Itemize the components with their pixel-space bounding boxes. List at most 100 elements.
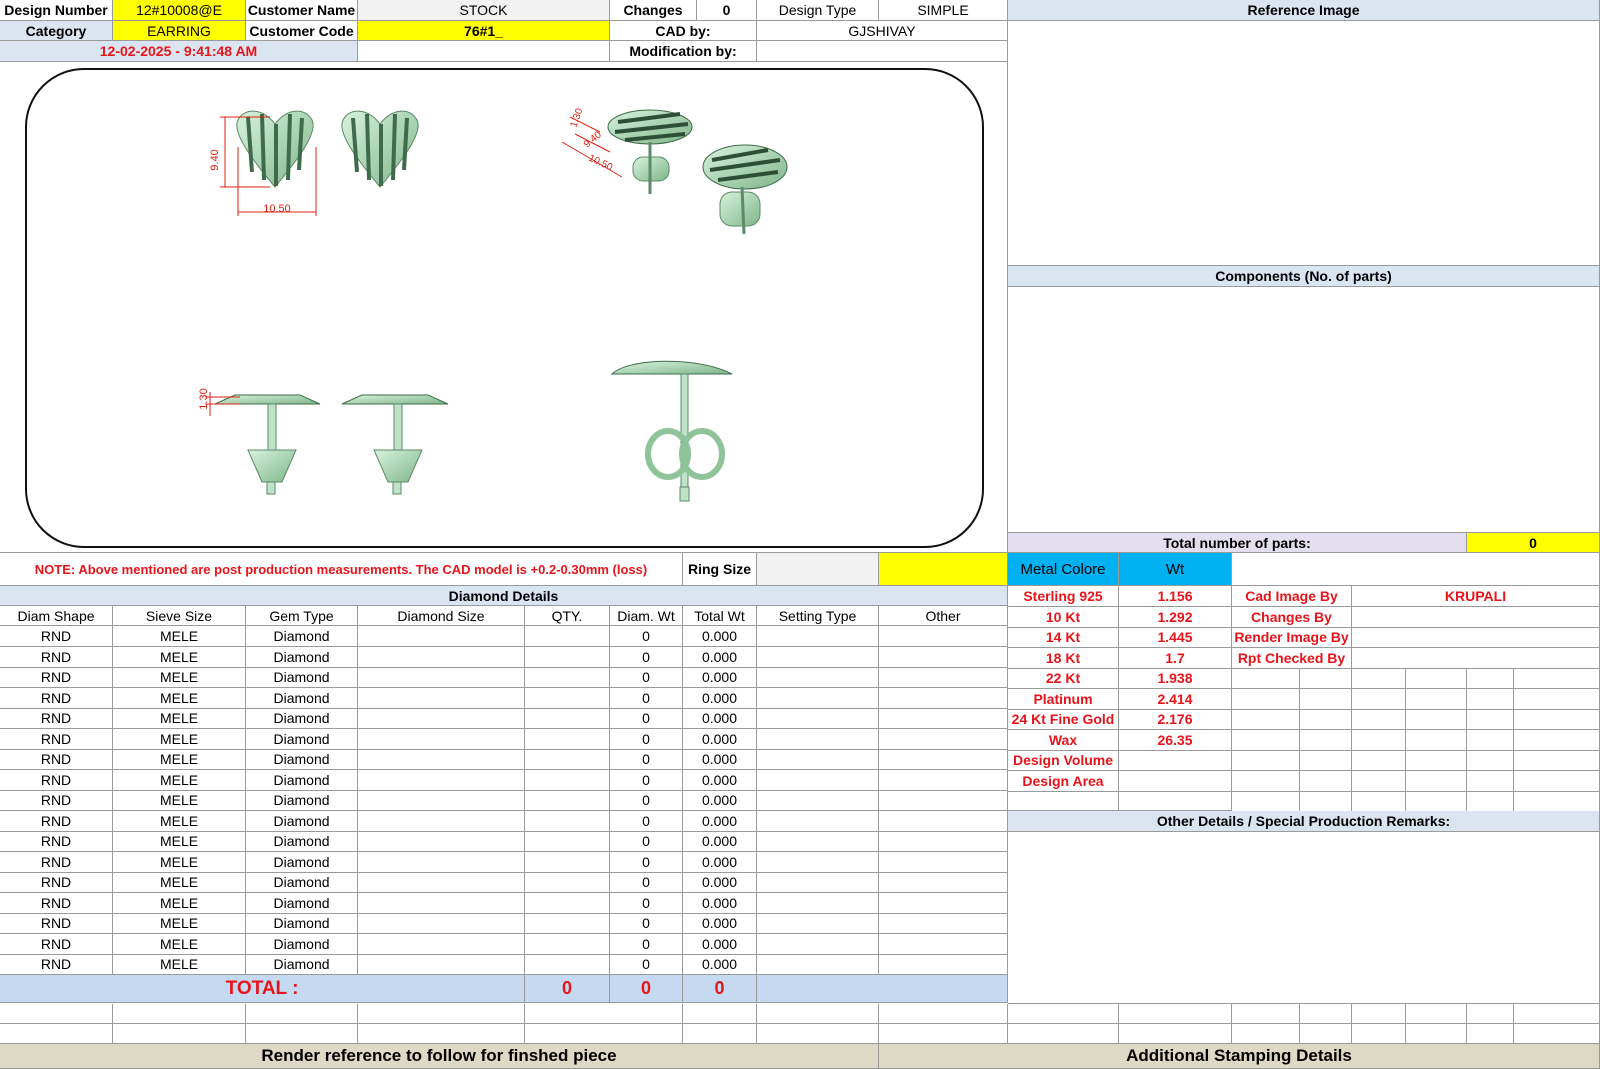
- grid-cell[interactable]: [1232, 791, 1300, 812]
- table-cell-setting-type[interactable]: [757, 954, 879, 975]
- footer-cell[interactable]: [757, 1024, 879, 1044]
- table-cell-qty[interactable]: [525, 954, 610, 975]
- table-cell-diam-wt[interactable]: 0: [610, 811, 683, 832]
- footer-cell[interactable]: [0, 1004, 113, 1024]
- table-cell-diam-wt[interactable]: 0: [610, 831, 683, 852]
- table-cell-qty[interactable]: [525, 647, 610, 668]
- metal-wt[interactable]: 1.156: [1119, 586, 1232, 607]
- design-type-value[interactable]: SIMPLE: [879, 0, 1008, 21]
- table-cell-other[interactable]: [879, 954, 1008, 975]
- grid-cell[interactable]: [1467, 771, 1514, 792]
- table-cell-diamond-size[interactable]: [358, 954, 525, 975]
- changes-value[interactable]: 0: [697, 0, 757, 21]
- footer-cell[interactable]: [1352, 1004, 1406, 1024]
- footer-cell[interactable]: [0, 1024, 113, 1044]
- customer-code-value[interactable]: 76#1_: [358, 21, 610, 41]
- table-cell-other[interactable]: [879, 893, 1008, 914]
- metal-wt[interactable]: 1.7: [1119, 648, 1232, 669]
- footer-cell[interactable]: [757, 1004, 879, 1024]
- footer-cell[interactable]: [1300, 1004, 1352, 1024]
- footer-cell[interactable]: [879, 1004, 1008, 1024]
- footer-cell[interactable]: [1008, 1024, 1119, 1044]
- table-cell-other[interactable]: [879, 688, 1008, 709]
- table-cell-diamond-size[interactable]: [358, 913, 525, 934]
- grid-cell[interactable]: [1467, 709, 1514, 730]
- grid-cell[interactable]: [1467, 668, 1514, 689]
- grid-cell[interactable]: [1232, 689, 1300, 710]
- table-cell-qty[interactable]: [525, 770, 610, 791]
- footer-cell[interactable]: [1119, 1004, 1232, 1024]
- table-cell-diamond-size[interactable]: [358, 872, 525, 893]
- modification-value[interactable]: [757, 41, 1008, 62]
- table-cell-other[interactable]: [879, 790, 1008, 811]
- credit-value[interactable]: KRUPALI: [1352, 586, 1600, 607]
- metal-wt[interactable]: 26.35: [1119, 730, 1232, 751]
- table-cell-other[interactable]: [879, 708, 1008, 729]
- table-cell-total-wt[interactable]: 0.000: [683, 934, 757, 955]
- table-cell-diam-wt[interactable]: 0: [610, 913, 683, 934]
- table-cell-diamond-size[interactable]: [358, 770, 525, 791]
- grid-cell[interactable]: [1514, 771, 1600, 792]
- table-cell-diam-wt[interactable]: 0: [610, 954, 683, 975]
- table-cell-setting-type[interactable]: [757, 811, 879, 832]
- table-cell-setting-type[interactable]: [757, 790, 879, 811]
- table-cell-other[interactable]: [879, 647, 1008, 668]
- metal-wt[interactable]: 2.176: [1119, 709, 1232, 730]
- table-cell-total-wt[interactable]: 0.000: [683, 729, 757, 750]
- table-cell-qty[interactable]: [525, 811, 610, 832]
- grid-cell[interactable]: [1406, 791, 1467, 812]
- grid-cell[interactable]: [1406, 771, 1467, 792]
- grid-cell[interactable]: [1352, 771, 1406, 792]
- grid-cell[interactable]: [1514, 791, 1600, 812]
- table-cell-setting-type[interactable]: [757, 852, 879, 873]
- table-cell-total-wt[interactable]: 0.000: [683, 688, 757, 709]
- grid-cell[interactable]: [1352, 689, 1406, 710]
- table-cell-diamond-size[interactable]: [358, 811, 525, 832]
- grid-cell[interactable]: [1406, 730, 1467, 751]
- footer-cell[interactable]: [358, 1024, 525, 1044]
- grid-cell[interactable]: [1514, 668, 1600, 689]
- table-cell-qty[interactable]: [525, 729, 610, 750]
- table-cell-diam-wt[interactable]: 0: [610, 647, 683, 668]
- grid-cell[interactable]: [1514, 750, 1600, 771]
- table-cell-total-wt[interactable]: 0.000: [683, 667, 757, 688]
- table-cell-diam-wt[interactable]: 0: [610, 667, 683, 688]
- grid-cell[interactable]: [1467, 750, 1514, 771]
- table-cell-other[interactable]: [879, 811, 1008, 832]
- grid-cell[interactable]: [1352, 750, 1406, 771]
- table-cell-other[interactable]: [879, 626, 1008, 647]
- table-cell-total-wt[interactable]: 0.000: [683, 749, 757, 770]
- grid-cell[interactable]: [1467, 730, 1514, 751]
- grid-cell[interactable]: [1300, 730, 1352, 751]
- table-cell-setting-type[interactable]: [757, 893, 879, 914]
- table-cell-qty[interactable]: [525, 852, 610, 873]
- footer-cell[interactable]: [525, 1024, 683, 1044]
- table-cell-diam-wt[interactable]: 0: [610, 790, 683, 811]
- metal-wt[interactable]: 1.445: [1119, 627, 1232, 648]
- grid-cell[interactable]: [1514, 689, 1600, 710]
- table-cell-qty[interactable]: [525, 893, 610, 914]
- table-cell-setting-type[interactable]: [757, 749, 879, 770]
- footer-cell[interactable]: [1467, 1024, 1514, 1044]
- table-cell-setting-type[interactable]: [757, 667, 879, 688]
- customer-name-value[interactable]: STOCK: [358, 0, 610, 21]
- grid-cell[interactable]: [1406, 709, 1467, 730]
- table-cell-setting-type[interactable]: [757, 934, 879, 955]
- table-cell-qty[interactable]: [525, 626, 610, 647]
- metal-wt[interactable]: [1119, 771, 1232, 792]
- metal-wt[interactable]: [1119, 750, 1232, 771]
- table-cell-qty[interactable]: [525, 913, 610, 934]
- table-cell-setting-type[interactable]: [757, 708, 879, 729]
- design-number-value[interactable]: 12#10008@E: [113, 0, 246, 21]
- table-cell-total-wt[interactable]: 0.000: [683, 954, 757, 975]
- footer-cell[interactable]: [1232, 1024, 1300, 1044]
- table-cell-total-wt[interactable]: 0.000: [683, 790, 757, 811]
- footer-cell[interactable]: [1352, 1024, 1406, 1044]
- footer-cell[interactable]: [1467, 1004, 1514, 1024]
- footer-cell[interactable]: [1008, 1004, 1119, 1024]
- footer-cell[interactable]: [683, 1024, 757, 1044]
- table-cell-diamond-size[interactable]: [358, 708, 525, 729]
- table-cell-diamond-size[interactable]: [358, 647, 525, 668]
- table-cell-diamond-size[interactable]: [358, 934, 525, 955]
- table-cell-diam-wt[interactable]: 0: [610, 934, 683, 955]
